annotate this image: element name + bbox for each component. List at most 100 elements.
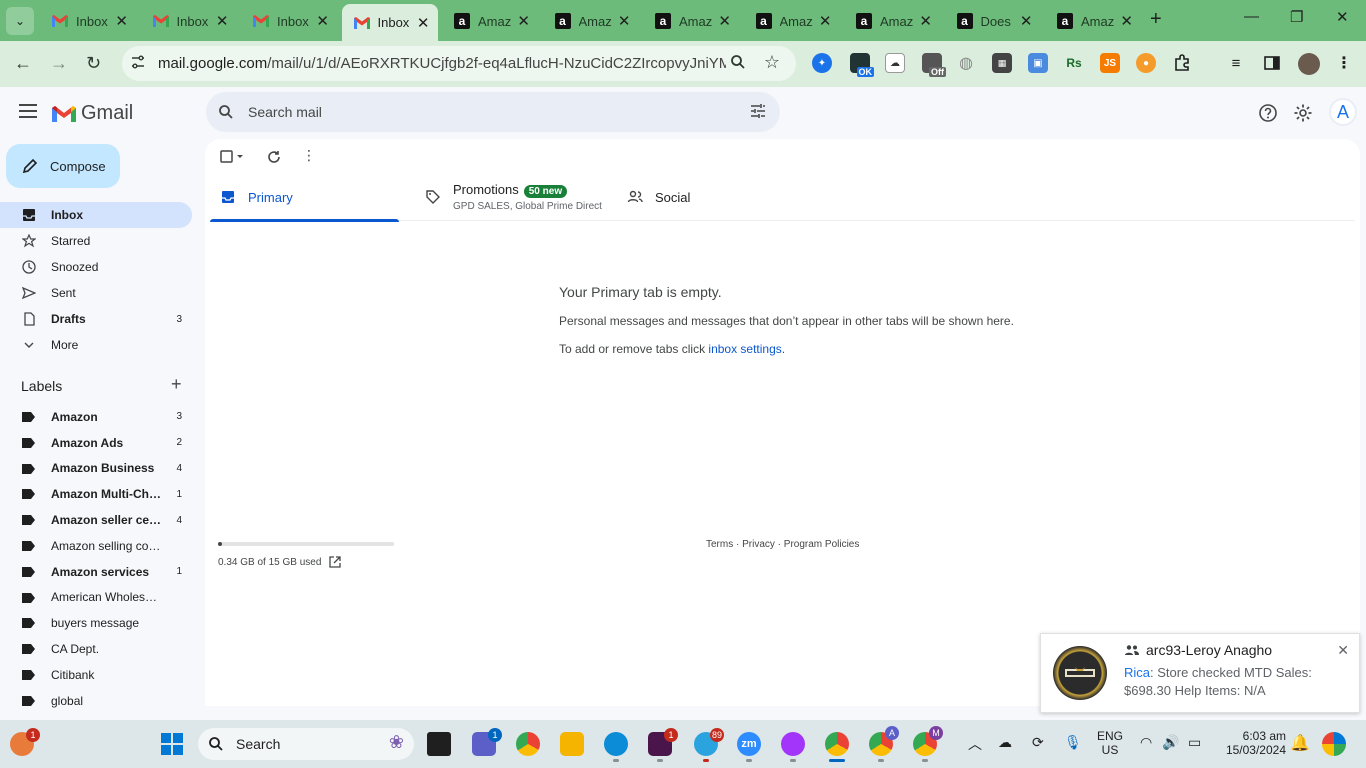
refresh-icon[interactable] (267, 150, 281, 169)
edge-icon[interactable] (604, 732, 628, 756)
search-options-icon[interactable] (750, 103, 766, 119)
browser-tab[interactable]: a Amaz ✕ (442, 6, 538, 36)
file-explorer-icon[interactable] (560, 732, 584, 756)
notification-bell-icon[interactable]: 🔔 (1290, 733, 1310, 753)
profile-avatar-icon[interactable] (1298, 53, 1320, 75)
label-item[interactable]: Citibank (0, 662, 192, 688)
telegram-icon[interactable]: 89 (694, 728, 724, 756)
main-menu-icon[interactable] (19, 104, 37, 118)
close-tab-icon[interactable]: ✕ (216, 12, 229, 30)
close-tab-icon[interactable]: ✕ (718, 12, 731, 30)
extension-qr-icon[interactable]: ▦ (992, 53, 1012, 73)
taskbar-search[interactable]: Search ❀ (198, 728, 414, 760)
label-item[interactable]: global (0, 688, 192, 714)
slack-icon[interactable]: 1 (648, 728, 678, 756)
browser-menu-icon[interactable]: ⋮ (1334, 53, 1354, 73)
address-bar[interactable]: mail.google.com/mail/u/1/d/AEoRXRTKUCjfg… (122, 46, 796, 81)
side-panel-icon[interactable] (1262, 53, 1282, 73)
chrome-profile-m-icon[interactable]: M (913, 726, 943, 756)
extension-js-icon[interactable]: JS (1100, 53, 1120, 73)
select-all-checkbox[interactable] (220, 150, 248, 169)
close-tab-icon[interactable]: ✕ (417, 14, 430, 32)
chrome-icon[interactable] (516, 732, 540, 756)
search-icon[interactable] (218, 104, 234, 120)
bookmark-star-icon[interactable]: ☆ (764, 52, 780, 73)
clock[interactable]: 6:03 am 15/03/2024 (1222, 729, 1286, 757)
tab-social[interactable]: Social (617, 173, 807, 221)
inbox-settings-link[interactable]: inbox settings (708, 342, 781, 356)
sync-icon[interactable]: ⟳ (1032, 734, 1044, 751)
browser-tab[interactable]: a Amaz ✕ (543, 6, 639, 36)
tab-promotions[interactable]: Promotions 50 new GPD SALES, Global Prime… (415, 173, 615, 221)
extension-cloud-icon[interactable]: ☁ (885, 53, 905, 73)
copilot-icon[interactable] (1322, 732, 1346, 756)
close-tab-icon[interactable]: ✕ (115, 12, 128, 30)
language-indicator[interactable]: ENG US (1095, 729, 1125, 757)
new-tab-button[interactable]: + (1150, 8, 1162, 31)
close-tab-icon[interactable]: ✕ (517, 12, 530, 30)
label-item[interactable]: Amazon services 1 (0, 559, 192, 585)
tray-overflow-chevron-icon[interactable]: ︿ (968, 734, 982, 754)
media-controls-icon[interactable]: ≡ (1226, 53, 1246, 73)
browser-tab[interactable]: Inbox ✕ (40, 6, 136, 36)
sidebar-item-sent[interactable]: Sent (0, 280, 192, 306)
label-item[interactable]: CA Dept. (0, 636, 192, 662)
close-tab-icon[interactable]: ✕ (1120, 12, 1133, 30)
chat-notification[interactable]: arc93-Leroy Anagho Rica: Store checked M… (1040, 633, 1360, 713)
gmail-logo[interactable]: Gmail (51, 102, 133, 125)
browser-tab[interactable]: a Amaz ✕ (1045, 6, 1141, 36)
settings-gear-icon[interactable] (1293, 103, 1313, 123)
close-tab-icon[interactable]: ✕ (819, 12, 832, 30)
close-tab-icon[interactable]: ✕ (919, 12, 932, 30)
label-item[interactable]: Amazon Multi-Cha... 1 (0, 481, 192, 507)
sidebar-item-more[interactable]: More (0, 332, 192, 358)
label-item[interactable]: American Wholesaler (0, 585, 192, 611)
zoom-icon[interactable]: zm (737, 732, 761, 756)
extension-globe-icon[interactable]: ◍ (956, 53, 976, 73)
volume-icon[interactable]: 🔊 (1162, 734, 1179, 751)
weather-widget-icon[interactable]: 1 (10, 728, 40, 756)
minimize-button[interactable]: — (1244, 8, 1259, 25)
sidebar-item-inbox[interactable]: Inbox (0, 202, 192, 228)
sidebar-item-drafts[interactable]: Drafts 3 (0, 306, 192, 332)
tab-search-button[interactable]: ⌄ (6, 7, 34, 35)
compose-button[interactable]: Compose (6, 144, 120, 188)
extension-blue-icon[interactable]: ✦ (812, 53, 832, 73)
browser-tab[interactable]: Inbox ✕ (141, 6, 237, 36)
battery-icon[interactable]: ▭ (1188, 734, 1201, 751)
chrome-profile-1-icon[interactable] (825, 732, 849, 756)
browser-tab[interactable]: a Does ✕ (945, 6, 1041, 36)
task-view-icon[interactable] (427, 732, 451, 756)
label-item[interactable]: Amazon Ads 2 (0, 430, 192, 456)
extension-off-icon[interactable]: Off (922, 53, 946, 77)
close-window-button[interactable]: ✕ (1336, 8, 1349, 26)
more-actions-icon[interactable]: ⋮ (302, 147, 316, 164)
close-tab-icon[interactable]: ✕ (618, 12, 631, 30)
browser-tab[interactable]: a Amaz ✕ (643, 6, 739, 36)
back-button[interactable]: ← (14, 53, 32, 74)
browser-tab[interactable]: Inbox ✕ (341, 4, 438, 41)
restore-button[interactable]: ❐ (1290, 8, 1303, 26)
footer-links[interactable]: Terms · Privacy · Program Policies (706, 539, 859, 550)
external-link-icon[interactable] (329, 556, 342, 568)
microphone-icon[interactable]: 🎙 (1064, 734, 1082, 751)
label-item[interactable]: Amazon Business 4 (0, 456, 192, 482)
reload-button[interactable]: ↻ (86, 53, 101, 74)
site-info-icon[interactable] (130, 54, 150, 73)
label-item[interactable]: buyers message (0, 610, 192, 636)
extension-rs-icon[interactable]: Rs (1064, 53, 1084, 73)
browser-tab[interactable]: Inbox ✕ (241, 6, 337, 36)
account-avatar[interactable]: A (1329, 98, 1357, 126)
chrome-profile-a-icon[interactable]: A (869, 726, 899, 756)
close-tab-icon[interactable]: ✕ (316, 12, 329, 30)
search-input[interactable] (248, 104, 728, 120)
browser-tab[interactable]: a Amaz ✕ (844, 6, 940, 36)
onedrive-icon[interactable]: ☁ (998, 734, 1012, 751)
extension-map-icon[interactable]: ▣ (1028, 53, 1048, 73)
extensions-puzzle-icon[interactable] (1172, 53, 1192, 73)
label-item[interactable]: Amazon 3 (0, 404, 192, 430)
forward-button[interactable]: → (50, 53, 68, 74)
messenger-icon[interactable] (781, 732, 805, 756)
browser-tab[interactable]: a Amaz ✕ (744, 6, 840, 36)
label-item[interactable]: Amazon seller cent... 4 (0, 507, 192, 533)
